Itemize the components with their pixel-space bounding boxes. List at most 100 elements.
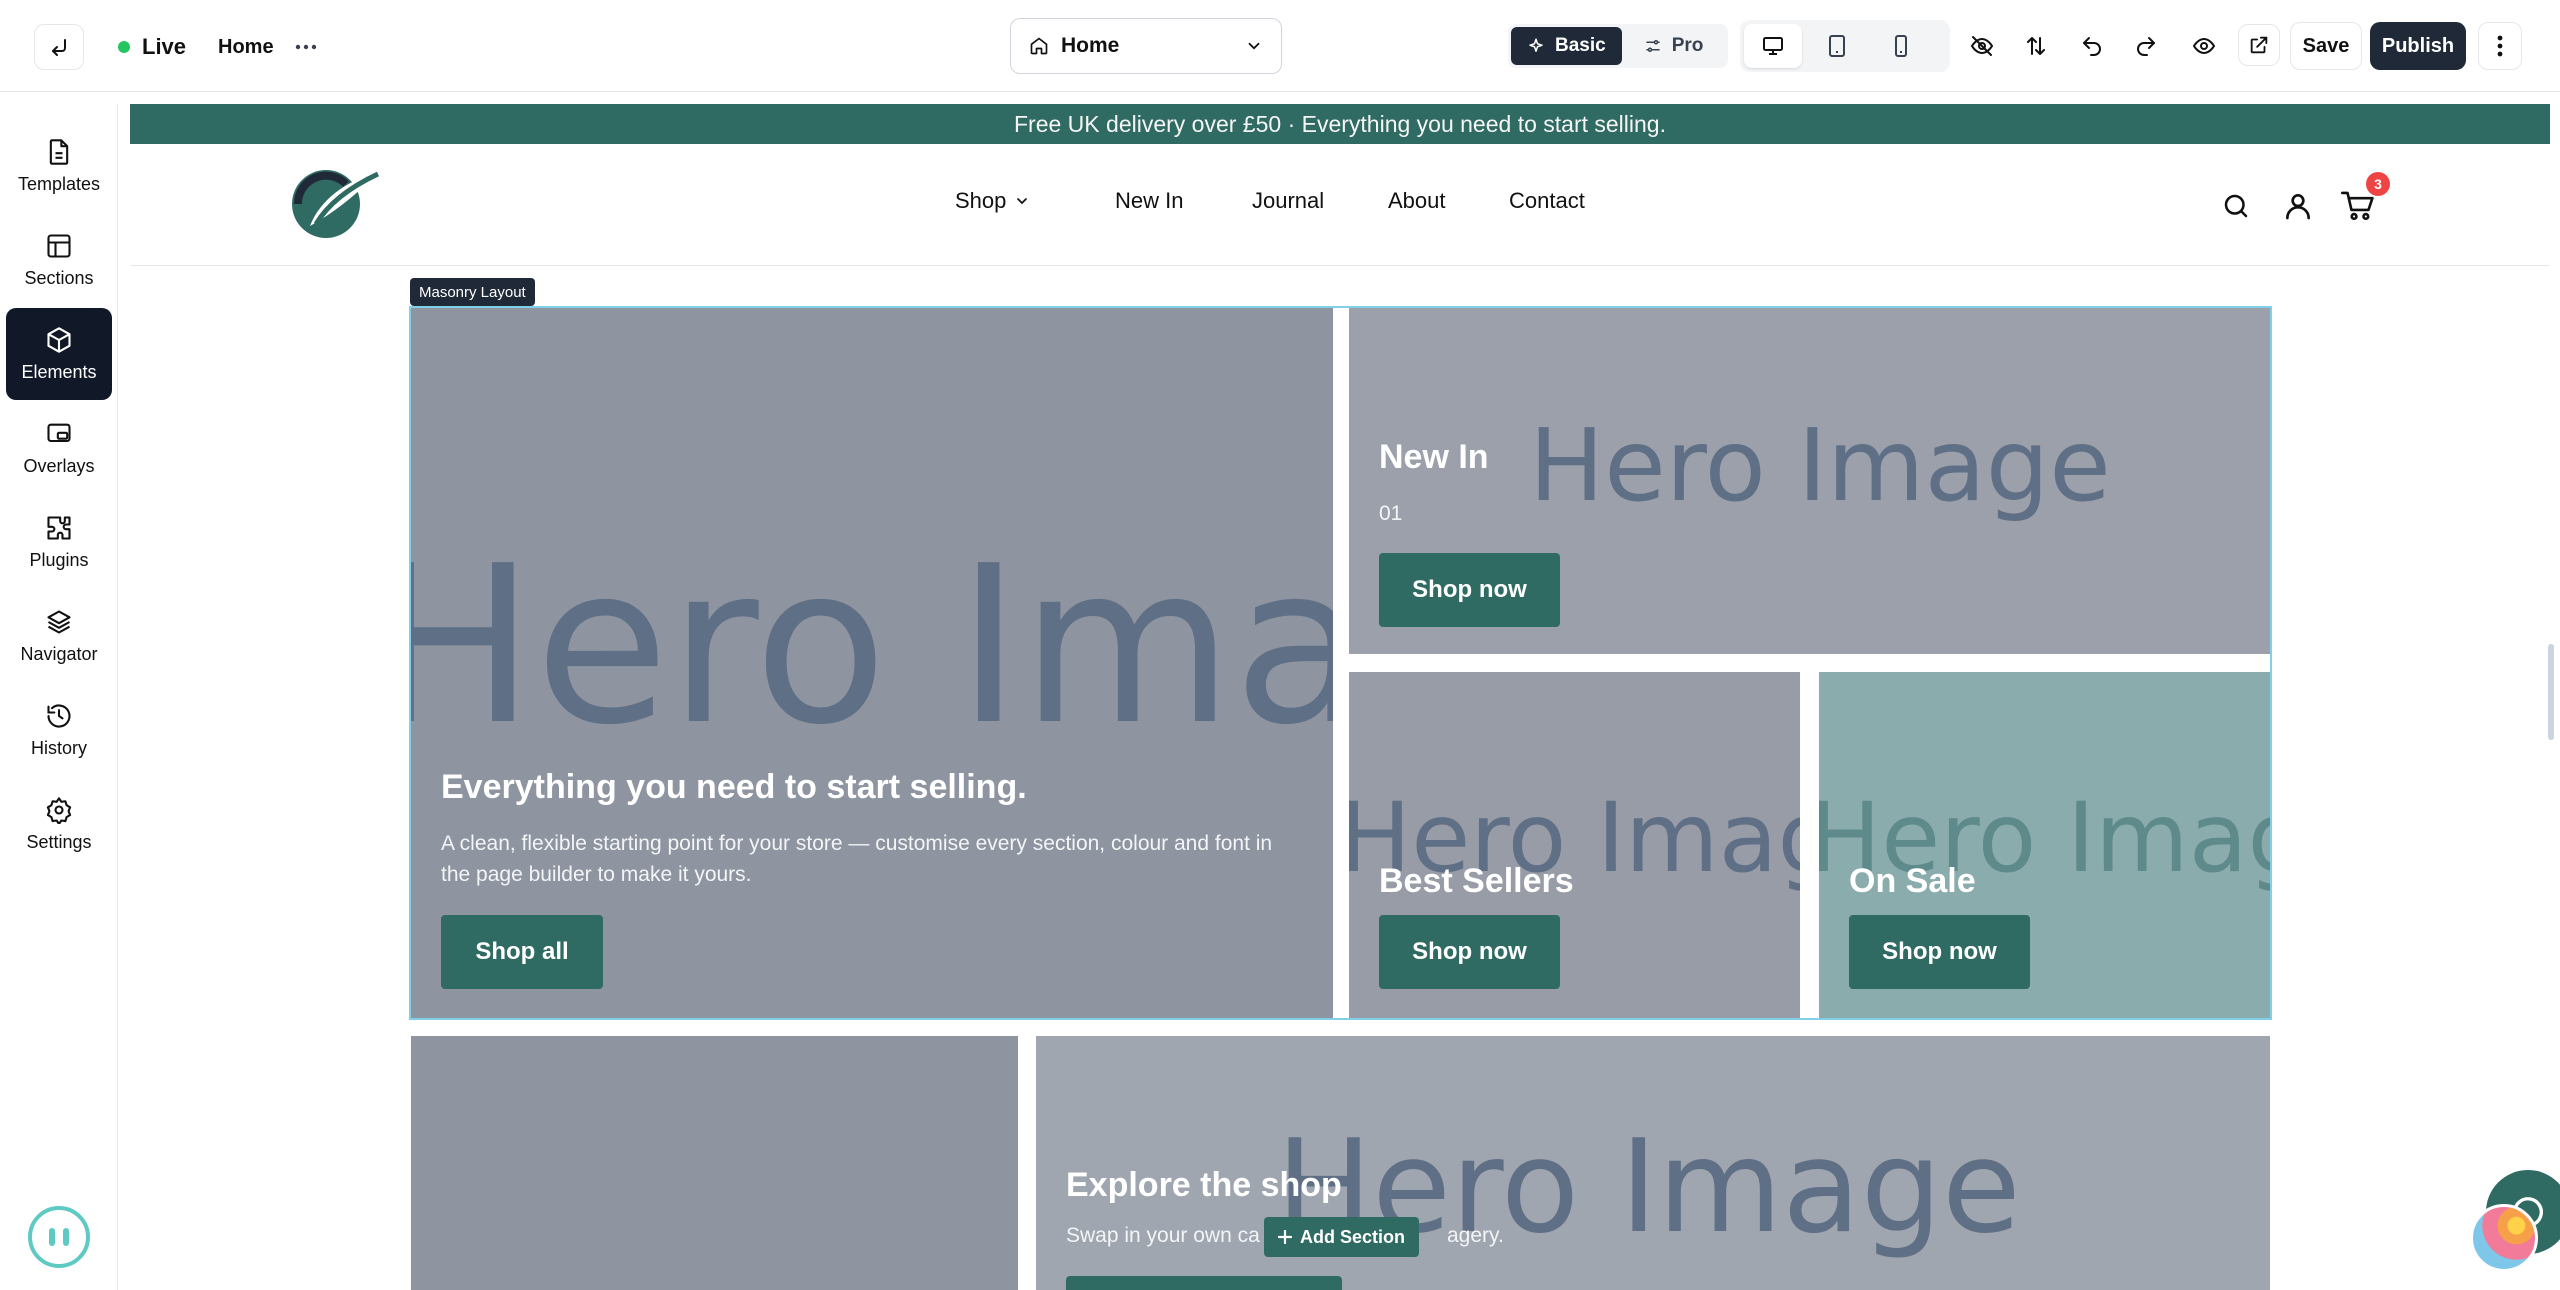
- sidebar-item-label: Elements: [21, 361, 97, 382]
- tile-main-title: Everything you need to start selling.: [441, 768, 1027, 806]
- history-icon: [47, 703, 71, 728]
- search-icon: [2224, 194, 2248, 218]
- brand-logo[interactable]: [290, 166, 382, 238]
- search-button[interactable]: [2216, 186, 2256, 226]
- redo-button[interactable]: [2126, 26, 2166, 66]
- publish-button[interactable]: Publish: [2370, 22, 2466, 70]
- shop-all-button[interactable]: Shop all: [441, 915, 603, 989]
- desktop-icon: [1763, 37, 1783, 55]
- nav-item-about[interactable]: About: [1388, 188, 1446, 214]
- nav-item-shop[interactable]: Shop: [955, 188, 1030, 214]
- layout-icon: [47, 233, 71, 258]
- tile-explore-title: Explore the shop: [1066, 1166, 1342, 1204]
- tile-on-sale-title: On Sale: [1849, 862, 1976, 900]
- announcement-bar[interactable]: Free UK delivery over £50 · Everything y…: [130, 104, 2550, 144]
- plus-icon: [1278, 1230, 1292, 1244]
- hero-image-placeholder: Hero Image: [411, 520, 1333, 773]
- page-select-value: Home: [1061, 34, 1120, 57]
- editor-toolbar: Live Home Home Basic Pro Save Publish: [0, 0, 2560, 92]
- add-section-button[interactable]: Add Section: [1264, 1217, 1420, 1257]
- desktop-view-button[interactable]: [1744, 24, 1802, 68]
- nav-item-new-in[interactable]: New In: [1115, 188, 1183, 214]
- reorder-button[interactable]: [2016, 26, 2056, 66]
- masonry-tile-best-sellers[interactable]: Hero Image Best Sellers Shop now: [1349, 672, 1800, 1018]
- sidebar-item-templates[interactable]: Templates: [6, 120, 112, 212]
- sidebar-item-sections[interactable]: Sections: [6, 214, 112, 306]
- share-button[interactable]: [2238, 24, 2280, 66]
- hero-image-placeholder: Hero Image: [1529, 407, 2111, 524]
- sidebar-item-label: Sections: [24, 267, 94, 288]
- sidebar-item-history[interactable]: History: [6, 684, 112, 776]
- user-icon: [2286, 194, 2310, 220]
- sidebar-item-navigator[interactable]: Navigator: [6, 590, 112, 682]
- sidebar-item-elements[interactable]: Elements: [6, 308, 112, 400]
- ai-assistant-button[interactable]: [28, 1206, 90, 1268]
- page-breadcrumb-home[interactable]: Home: [218, 30, 274, 64]
- eye-icon: [2192, 37, 2216, 55]
- masonry-tile-on-sale[interactable]: Hero Image On Sale Shop now: [1819, 672, 2270, 1018]
- sliders-icon: [1645, 40, 1660, 52]
- vertical-ellipsis-icon: [2497, 35, 2503, 57]
- mobile-icon: [1895, 35, 1907, 57]
- more-options-button[interactable]: [290, 30, 322, 64]
- save-button[interactable]: Save: [2290, 22, 2362, 70]
- shop-now-button[interactable]: Shop now: [1379, 915, 1560, 989]
- masonry-tile-main[interactable]: Hero Image Everything you need to start …: [411, 308, 1333, 1018]
- sidebar-item-plugins[interactable]: Plugins: [6, 496, 112, 588]
- exit-editor-button[interactable]: [34, 24, 84, 70]
- tablet-view-button[interactable]: [1808, 24, 1866, 68]
- chevron-down-icon: [1248, 42, 1260, 50]
- masonry-tile-new-in[interactable]: Hero Image New In 01 Shop now: [1349, 308, 2270, 654]
- cube-icon: [47, 326, 71, 353]
- file-icon: [49, 138, 69, 165]
- mode-pro-button[interactable]: Pro: [1628, 27, 1720, 65]
- status-label: Live: [142, 34, 187, 59]
- eye-off-icon: [1970, 36, 1994, 56]
- tile-main-text: A clean, flexible starting point for you…: [441, 832, 1273, 886]
- shop-now-button[interactable]: Shop now: [1849, 915, 2030, 989]
- nav-item-label: Shop: [955, 188, 1007, 213]
- cart-button[interactable]: 3: [2338, 172, 2390, 226]
- chevron-down-icon: [1017, 198, 1028, 205]
- cart-icon: [2341, 191, 2374, 221]
- leaf-logo-icon: [292, 170, 380, 238]
- sidebar-item-label: History: [30, 737, 87, 758]
- sidebar-item-label: Plugins: [29, 549, 89, 570]
- sidebar-item-label: Overlays: [23, 455, 95, 476]
- tile-explore-text-left: Swap in your own ca: [1066, 1224, 1260, 1247]
- mode-basic-button[interactable]: Basic: [1511, 27, 1622, 65]
- selected-block-label[interactable]: Masonry Layout: [410, 278, 535, 306]
- sidebar-item-label: Settings: [26, 831, 92, 852]
- shop-now-button[interactable]: Shop now: [1379, 553, 1560, 627]
- return-arrow-icon: [52, 39, 66, 56]
- account-button[interactable]: [2278, 186, 2318, 226]
- tile-explore-text-right: agery.: [1447, 1224, 1504, 1247]
- nav-item-contact[interactable]: Contact: [1509, 188, 1585, 214]
- overlay-icon: [47, 423, 71, 442]
- page-select-dropdown[interactable]: Home: [1010, 18, 1282, 74]
- masonry-tile-bottom-left[interactable]: [411, 1036, 1018, 1290]
- nav-item-journal[interactable]: Journal: [1252, 188, 1324, 214]
- canvas-scrollbar[interactable]: [2548, 644, 2554, 740]
- tile-best-sellers-title: Best Sellers: [1379, 862, 1574, 900]
- cart-count-badge: 3: [2366, 172, 2390, 196]
- external-edit-icon: [2250, 36, 2268, 54]
- add-section-label: Add Section: [1300, 1226, 1406, 1247]
- more-menu-button[interactable]: [2478, 22, 2522, 70]
- sidebar-item-label: Templates: [17, 173, 101, 194]
- home-icon: [1030, 37, 1048, 55]
- undo-icon: [2083, 37, 2101, 56]
- hide-elements-button[interactable]: [1962, 26, 2002, 66]
- explore-button[interactable]: [1066, 1276, 1342, 1290]
- mobile-view-button[interactable]: [1872, 24, 1930, 68]
- preview-button[interactable]: [2184, 26, 2224, 66]
- device-preview-toggle: [1740, 20, 1950, 72]
- sidebar-item-overlays[interactable]: Overlays: [6, 402, 112, 494]
- chat-agent-avatar[interactable]: [2470, 1204, 2538, 1272]
- masonry-tile-explore[interactable]: Hero Image Explore the shop Swap in your…: [1036, 1036, 2270, 1290]
- arrows-up-down-icon: [2027, 37, 2045, 55]
- sidebar-item-settings[interactable]: Settings: [6, 778, 112, 870]
- live-status-dot: [118, 41, 130, 53]
- undo-button[interactable]: [2072, 26, 2112, 66]
- tile-new-in-title: New In: [1379, 438, 1489, 476]
